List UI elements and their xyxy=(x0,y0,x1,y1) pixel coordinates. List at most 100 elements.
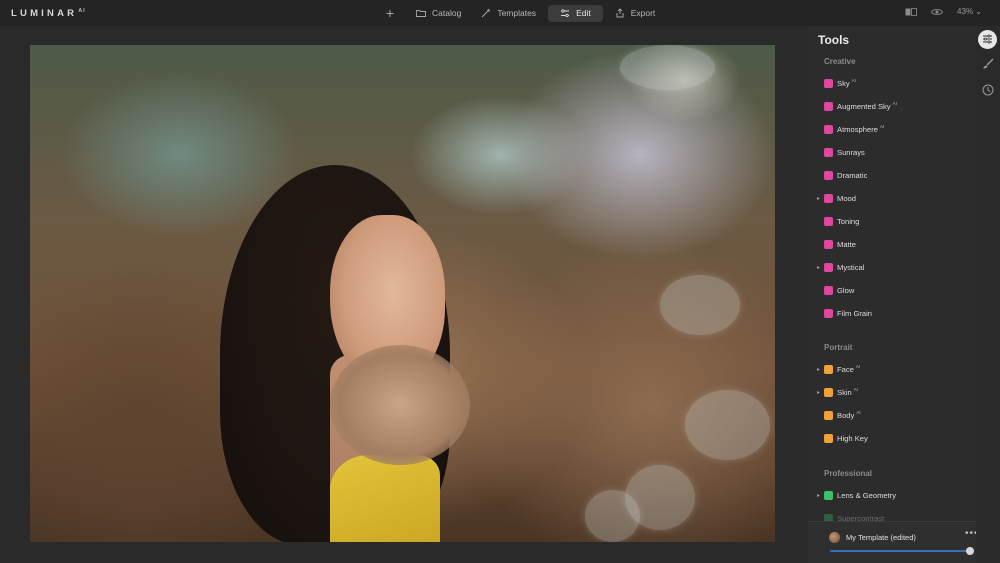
ai-badge: AI xyxy=(892,100,897,106)
tool-icon xyxy=(824,387,833,397)
tool-item[interactable]: Sky AI xyxy=(817,76,856,90)
zoom-level[interactable]: 43% ⌄ xyxy=(957,7,982,16)
sliders-icon xyxy=(560,8,570,18)
tool-icon xyxy=(824,433,833,443)
tool-label: Skin xyxy=(837,387,852,397)
tool-label: Mood xyxy=(837,193,856,203)
tool-item[interactable]: Film Grain xyxy=(817,306,872,320)
tool-icon xyxy=(824,490,833,500)
tool-item[interactable]: Augmented Sky AI xyxy=(817,99,897,113)
tab-catalog-label: Catalog xyxy=(432,8,462,18)
template-name[interactable]: My Template (edited) xyxy=(846,533,916,542)
tools-panel: Tools Creative Sky AI Augmented Sky AI Atmos… xyxy=(808,26,976,563)
tool-item[interactable]: Dramatic xyxy=(817,168,867,182)
tool-item[interactable]: Atmosphere AI xyxy=(817,122,884,136)
tool-item[interactable]: Toning xyxy=(817,214,859,228)
tab-export[interactable]: Export xyxy=(607,5,664,22)
tool-label: Sky xyxy=(837,78,850,88)
tool-label: Toning xyxy=(837,216,860,226)
eye-icon[interactable] xyxy=(931,8,944,16)
tool-label: Atmosphere xyxy=(837,124,878,134)
tool-item[interactable]: ▸ Lens & Geometry xyxy=(817,488,896,502)
add-photos-button[interactable]: + xyxy=(384,4,396,22)
template-amount-slider[interactable] xyxy=(830,550,970,552)
tool-icon xyxy=(824,364,833,374)
main-nav: + Catalog Templates Edit Export xyxy=(384,4,667,22)
template-bar: My Template (edited) ••• xyxy=(808,521,978,563)
ai-badge: AI xyxy=(853,386,859,392)
tool-label: Matte xyxy=(837,239,856,249)
brush-panel-button[interactable] xyxy=(978,56,997,75)
section-portrait: Portrait xyxy=(824,343,853,352)
bokeh-light xyxy=(685,390,770,460)
tool-item[interactable]: Glow xyxy=(817,283,854,297)
tool-icon xyxy=(824,78,833,88)
photo-subject-dress xyxy=(330,455,440,542)
ai-badge: AI xyxy=(879,123,885,129)
tool-label: Body xyxy=(837,410,855,420)
template-thumbnail xyxy=(829,532,840,543)
tool-item[interactable]: High Key xyxy=(817,431,868,445)
expand-caret-icon: ▸ xyxy=(817,264,821,271)
tool-item[interactable]: ▸ Skin AI xyxy=(817,385,858,399)
ai-badge: AI xyxy=(856,409,861,415)
expand-caret-icon: ▸ xyxy=(817,492,821,499)
tool-label: Lens & Geometry xyxy=(837,490,897,500)
view-controls: 43% ⌄ xyxy=(891,7,982,16)
tool-icon xyxy=(824,101,833,111)
expand-caret-icon: ▸ xyxy=(817,195,821,202)
tab-catalog[interactable]: Catalog xyxy=(408,5,469,22)
tool-label: High Key xyxy=(837,433,868,443)
app-window: LUMINARAI + Catalog Templates Edit Expor… xyxy=(0,0,1000,563)
tab-templates[interactable]: Templates xyxy=(473,5,544,22)
tool-item[interactable]: Body AI xyxy=(817,408,861,422)
tool-item[interactable]: Matte xyxy=(817,237,856,251)
ai-badge: AI xyxy=(855,363,861,369)
tool-item[interactable]: ▸ Mood xyxy=(817,191,856,205)
tool-item[interactable]: ▸ Mystical xyxy=(817,260,864,274)
photo-canvas[interactable] xyxy=(30,45,775,542)
panel-switcher xyxy=(976,26,1000,563)
app-logo: LUMINARAI xyxy=(11,8,86,19)
tool-icon xyxy=(824,124,833,134)
bokeh-light xyxy=(585,490,640,542)
tool-label: Dramatic xyxy=(837,170,868,180)
tool-label: Mystical xyxy=(837,262,865,272)
tool-label: Augmented Sky xyxy=(837,101,891,111)
tool-icon xyxy=(824,216,833,226)
tool-item[interactable]: ▸ Face AI xyxy=(817,362,860,376)
tool-label: Face xyxy=(837,364,854,374)
tool-label: Sunrays xyxy=(837,147,865,157)
tab-templates-label: Templates xyxy=(497,8,537,18)
bokeh-light xyxy=(620,45,715,90)
tool-label: Film Grain xyxy=(837,308,873,318)
photo-reeds xyxy=(330,345,470,465)
clock-icon xyxy=(982,83,994,101)
tool-icon xyxy=(824,262,833,272)
section-professional: Professional xyxy=(824,469,873,478)
compare-icon[interactable] xyxy=(905,7,917,16)
tools-panel-button[interactable] xyxy=(978,30,997,49)
tab-export-label: Export xyxy=(630,8,656,18)
tab-edit-label: Edit xyxy=(576,8,591,18)
sliders-icon xyxy=(982,31,993,49)
tool-icon xyxy=(824,147,833,157)
tool-icon xyxy=(824,410,833,420)
history-panel-button[interactable] xyxy=(978,82,997,101)
export-icon xyxy=(615,8,625,18)
expand-caret-icon: ▸ xyxy=(817,366,821,373)
magic-wand-icon xyxy=(481,8,491,18)
tool-icon xyxy=(824,170,833,180)
tool-icon xyxy=(824,285,833,295)
brush-icon xyxy=(982,57,994,75)
bokeh-light xyxy=(660,275,740,335)
panel-title: Tools xyxy=(818,33,850,47)
tool-item[interactable]: Sunrays xyxy=(817,145,865,159)
top-bar: LUMINARAI + Catalog Templates Edit Expor… xyxy=(0,0,1000,26)
ai-badge: AI xyxy=(851,77,856,83)
slider-handle[interactable] xyxy=(966,547,974,555)
tool-icon xyxy=(824,239,833,249)
tab-edit[interactable]: Edit xyxy=(548,4,603,22)
expand-caret-icon: ▸ xyxy=(817,389,821,396)
tool-icon xyxy=(824,308,833,318)
